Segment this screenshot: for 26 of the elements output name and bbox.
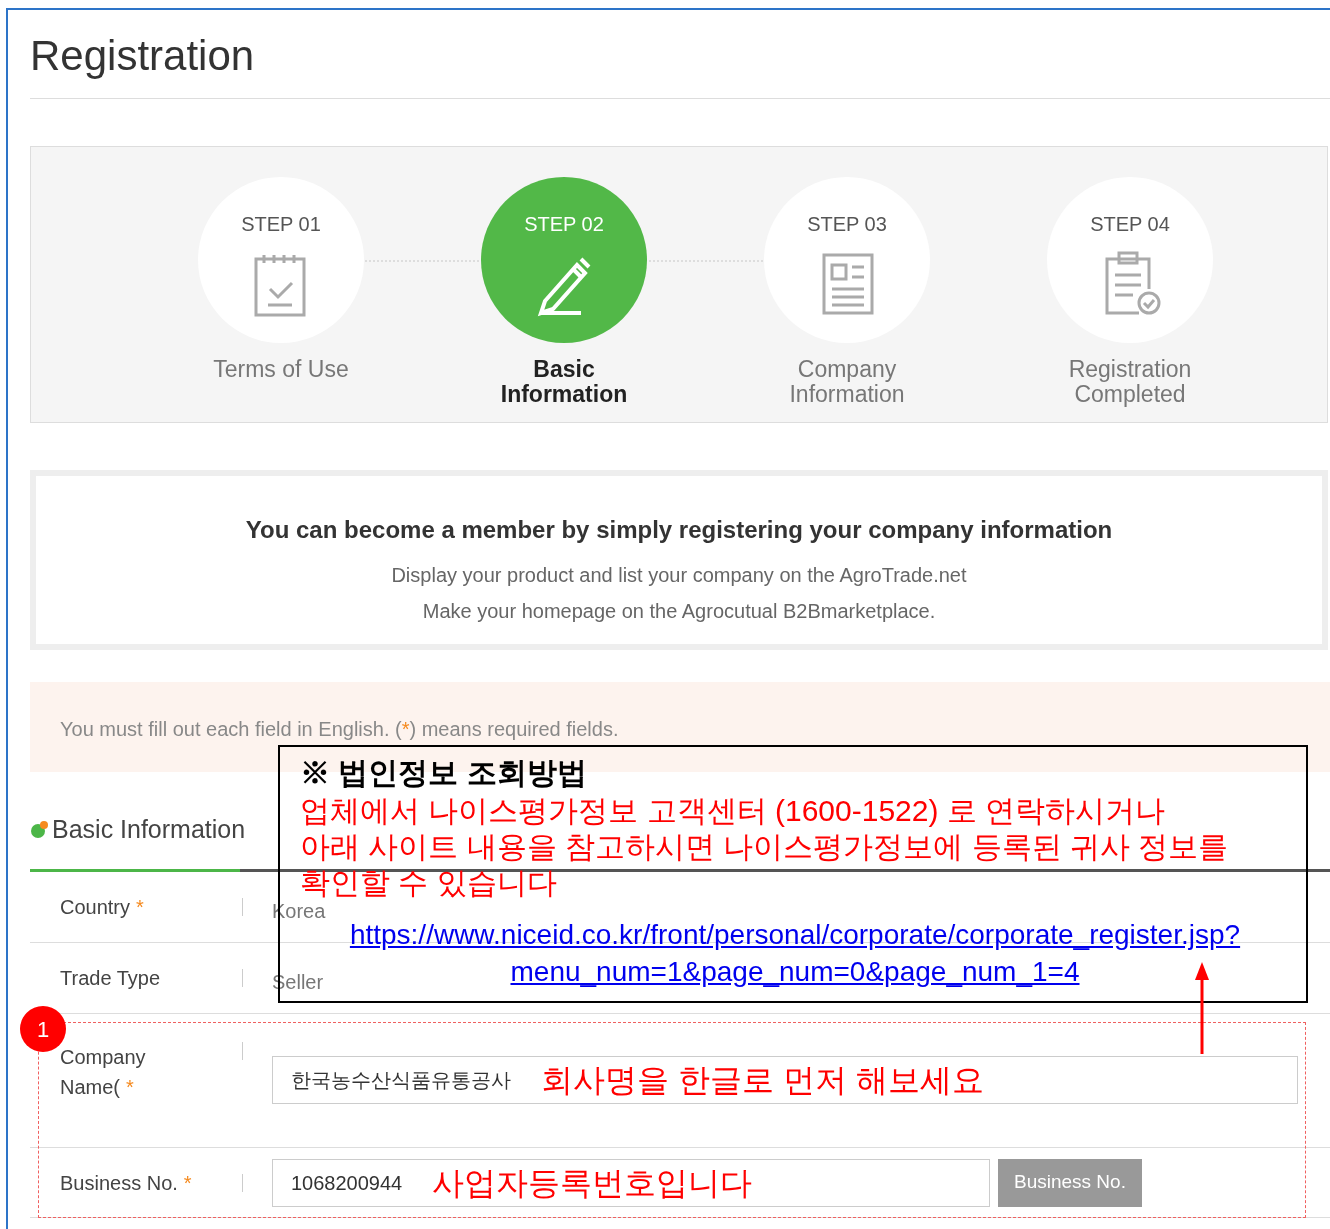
field-label: Trade Type: [60, 966, 161, 991]
callout-text: 확인할 수 있습니다: [300, 865, 557, 901]
step-number: STEP 02: [524, 212, 604, 237]
callout-text: 업체에서 나이스평가정보 고객센터 (1600-1522) 로 연락하시거나: [300, 793, 1166, 829]
intro-heading: You can become a member by simply registering your company information: [245, 515, 1113, 545]
company-name-field[interactable]: 한국농수산식품유통공사 회사명을 한글로 먼저 해보세요: [272, 1056, 1298, 1104]
step-number: STEP 03: [807, 212, 887, 237]
field-label: Country *: [60, 895, 144, 920]
intro-text: Display your product and list your company on the AgroTrade.net: [391, 563, 967, 588]
section-title: Basic Information: [52, 814, 246, 846]
step-number: STEP 01: [241, 212, 321, 237]
step-label: Company Information: [788, 357, 906, 407]
business-number-field[interactable]: 1068200944 사업자등록번호입니다: [272, 1158, 990, 1207]
step-label: Terms of Use: [212, 357, 350, 382]
notice-text: You must fill out each field in English. (*) means required fields.: [60, 718, 619, 740]
step-label: Basic Information: [499, 357, 629, 407]
page-title: Registration: [30, 31, 255, 81]
step-number: STEP 04: [1090, 212, 1170, 237]
callout-title: ※ 법인정보 조회방법: [300, 755, 587, 791]
callout-link[interactable]: https://www.niceid.co.kr/front/personal/corporate/corporate_register.jsp?: [349, 916, 1241, 953]
intro-text: Make your homepage on the Agrocutual B2Bmarketplace.: [422, 599, 936, 624]
callout-link[interactable]: menu_num=1&page_num=0&page_num_1=4: [510, 953, 1080, 990]
bullet-icon: [30, 821, 48, 839]
callout-text: 아래 사이트 내용을 참고하시면 나이스평가정보에 등록된 귀사 정보를: [300, 829, 1229, 865]
step-label: Registration Completed: [1067, 357, 1193, 407]
field-label: Business No. *: [60, 1170, 192, 1196]
